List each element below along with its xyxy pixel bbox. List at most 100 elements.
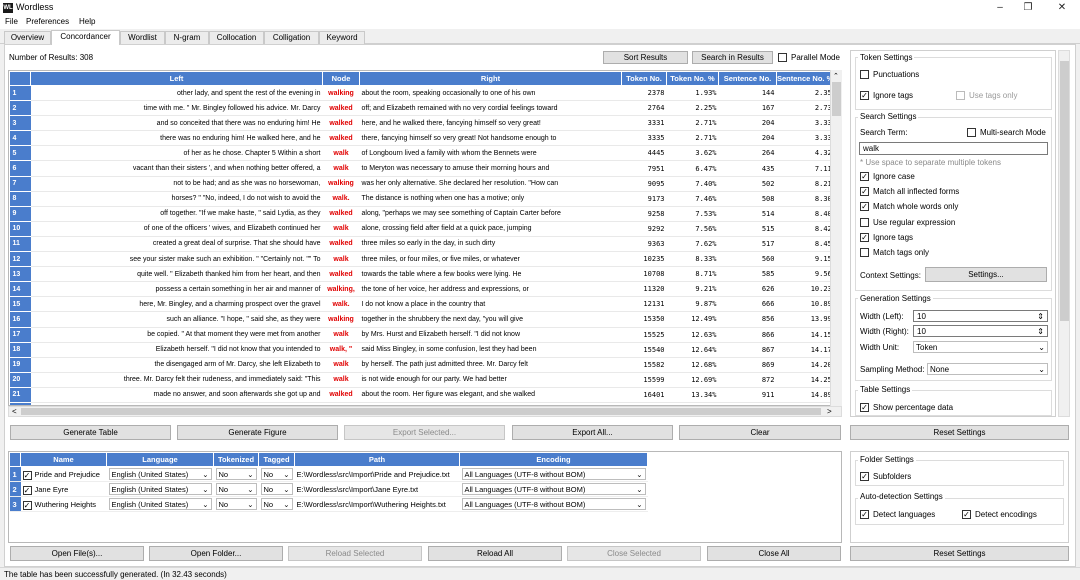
settings-scroll-thumb[interactable]	[1060, 61, 1069, 321]
table-row[interactable]: 2 time with me. " Mr. Bingley followed hi…	[9, 100, 834, 117]
menu-file[interactable]: File	[5, 17, 18, 26]
table-row[interactable]: 19 the disengaged arm of Mr. Darcy, she l…	[9, 357, 834, 373]
reset-folder-settings-button[interactable]: Reset Settings	[850, 546, 1069, 561]
generate-figure-button[interactable]: Generate Figure	[177, 425, 338, 440]
column-header[interactable]: Node	[322, 71, 360, 86]
generate-table-button[interactable]: Generate Table	[10, 425, 171, 440]
file-tagged-dropdown[interactable]: No ⌄	[260, 498, 293, 510]
scroll-up-icon[interactable]: ⌃	[833, 72, 839, 80]
match-inflected-checkbox[interactable]: ✓	[860, 187, 869, 196]
file-encoding-dropdown[interactable]: All Languages (UTF-8 without BOM) ⌄	[461, 468, 646, 480]
ignore-case-checkbox[interactable]: ✓	[860, 172, 869, 181]
file-name-cell[interactable]: ✓ Wuthering Heights	[20, 496, 107, 512]
file-tokenized-dropdown[interactable]: No ⌄	[215, 483, 257, 495]
column-header[interactable]: Token No. %	[666, 71, 719, 86]
files-column-header[interactable]: Encoding	[459, 452, 648, 467]
subfolders-checkbox[interactable]: ✓	[860, 472, 869, 481]
table-row[interactable]: 20 three. Mr. Darcy felt their rudeness, …	[9, 372, 834, 388]
files-column-header[interactable]: Language	[106, 452, 214, 467]
ignore-tags-search-checkbox[interactable]: ✓	[860, 233, 869, 242]
file-language-dropdown[interactable]: English (United States) ⌄	[108, 468, 212, 480]
column-header[interactable]: Sentence No.	[718, 71, 777, 86]
file-language-dropdown[interactable]: English (United States) ⌄	[108, 498, 212, 510]
file-name-cell[interactable]: ✓ Jane Eyre	[20, 481, 107, 497]
table-row[interactable]: 21 made no answer, and soon afterwards sh…	[9, 387, 834, 403]
file-name-cell[interactable]: ✓ Pride and Prejudice	[20, 466, 107, 482]
export-selected-button[interactable]: Export Selected...	[344, 425, 505, 440]
tab-overview[interactable]: Overview	[4, 31, 51, 44]
file-tokenized-dropdown[interactable]: No ⌄	[215, 468, 257, 480]
tab-wordlist[interactable]: Wordlist	[120, 31, 165, 44]
punctuations-checkbox[interactable]	[860, 70, 869, 79]
tab-collocation[interactable]: Collocation	[209, 31, 264, 44]
menu-preferences[interactable]: Preferences	[26, 17, 69, 26]
open-folder-button[interactable]: Open Folder...	[149, 546, 283, 561]
file-encoding-dropdown[interactable]: All Languages (UTF-8 without BOM) ⌄	[461, 483, 646, 495]
spin-arrows-icon[interactable]: ⇕	[1037, 312, 1044, 321]
column-header[interactable]: Left	[30, 71, 323, 86]
reset-settings-button[interactable]: Reset Settings	[850, 425, 1069, 440]
parallel-mode-checkbox[interactable]	[778, 53, 787, 62]
clear-button[interactable]: Clear	[679, 425, 841, 440]
match-whole-words-checkbox[interactable]: ✓	[860, 202, 869, 211]
width-right-spinbox[interactable]: 10 ⇕	[913, 325, 1048, 337]
file-language-dropdown[interactable]: English (United States) ⌄	[108, 483, 212, 495]
table-row[interactable]: 5 of her as he chose. Chapter 5 Within a …	[9, 145, 834, 162]
table-row[interactable]: 13 quite well. " Elizabeth thanked him fr…	[9, 266, 834, 283]
width-left-spinbox[interactable]: 10 ⇕	[913, 310, 1048, 322]
table-vertical-scrollbar[interactable]: ⌃	[830, 70, 842, 406]
files-column-header[interactable]: Tokenized	[213, 452, 259, 467]
minimize-icon[interactable]: –	[990, 2, 1010, 14]
reload-selected-button[interactable]: Reload Selected	[288, 546, 422, 561]
column-header[interactable]: Sentence No. %	[775, 71, 835, 86]
tab-keyword[interactable]: Keyword	[319, 31, 365, 44]
table-row[interactable]: 15 here, Mr. Bingley, and a charming pros…	[9, 296, 834, 313]
hscroll-thumb[interactable]	[21, 408, 821, 415]
close-all-button[interactable]: Close All	[707, 546, 841, 561]
open-files-button[interactable]: Open File(s)...	[10, 546, 144, 561]
reload-all-button[interactable]: Reload All	[428, 546, 562, 561]
tab-ngram[interactable]: N-gram	[165, 31, 209, 44]
table-row[interactable]: 16 such an alliance. "I hope, " said she,…	[9, 311, 834, 328]
search-term-input[interactable]: walk	[859, 142, 1048, 155]
table-row[interactable]: 12 see your sister make such an exhibitio…	[9, 251, 834, 268]
export-all-button[interactable]: Export All...	[512, 425, 673, 440]
table-row[interactable]: 4 there was no enduring him! He walked he…	[9, 130, 834, 147]
file-selected-checkbox[interactable]: ✓	[22, 500, 32, 510]
table-row[interactable]: 8 horses? " "No, indeed, I do not wish to…	[9, 191, 834, 207]
scroll-thumb[interactable]	[832, 82, 841, 116]
column-header[interactable]: Right	[359, 71, 622, 86]
search-results-button[interactable]: Search in Results	[692, 51, 773, 64]
width-unit-dropdown[interactable]: Token ⌄	[913, 341, 1048, 353]
use-tags-only-checkbox[interactable]	[956, 91, 965, 100]
spin-arrows-icon[interactable]: ⇕	[1037, 327, 1044, 336]
table-row[interactable]: 10 of one of the officers ' wives, and El…	[9, 221, 834, 237]
files-column-header[interactable]: Path	[294, 452, 460, 467]
match-tags-only-checkbox[interactable]	[860, 248, 869, 257]
table-row[interactable]: 1 other lady, and spent the rest of the e…	[9, 85, 834, 102]
file-selected-checkbox[interactable]: ✓	[22, 470, 32, 480]
detect-languages-checkbox[interactable]: ✓	[860, 510, 869, 519]
file-row[interactable]: 3 ✓ Wuthering Heights English (United State…	[9, 496, 648, 512]
context-settings-button[interactable]: Settings...	[925, 267, 1047, 282]
table-row[interactable]: 18 Elizabeth herself. "I did not know tha…	[9, 342, 834, 358]
file-encoding-dropdown[interactable]: All Languages (UTF-8 without BOM) ⌄	[461, 498, 646, 510]
file-row[interactable]: 1 ✓ Pride and Prejudice English (United Sta…	[9, 466, 648, 482]
file-selected-checkbox[interactable]: ✓	[22, 485, 32, 495]
multi-search-checkbox[interactable]	[967, 128, 976, 137]
table-row[interactable]: 17 be copied. " At that moment they were …	[9, 327, 834, 343]
table-row[interactable]: 3 and so conceited that there was no endu…	[9, 115, 834, 132]
close-icon[interactable]: ✕	[1052, 2, 1072, 14]
tab-colligation[interactable]: Colligation	[264, 31, 319, 44]
table-row[interactable]: 14 possess a certain something in her air…	[9, 281, 834, 298]
table-row[interactable]: 7 not to be had; and as she was no horsew…	[9, 176, 834, 192]
files-column-header[interactable]: Name	[20, 452, 107, 467]
maximize-icon[interactable]: ❐	[1018, 2, 1038, 14]
table-horizontal-scrollbar[interactable]: < >	[8, 406, 842, 417]
file-tagged-dropdown[interactable]: No ⌄	[260, 483, 293, 495]
files-column-header[interactable]: Tagged	[258, 452, 295, 467]
close-selected-button[interactable]: Close Selected	[567, 546, 701, 561]
sort-results-button[interactable]: Sort Results	[603, 51, 688, 64]
use-regex-checkbox[interactable]	[860, 218, 869, 227]
file-tagged-dropdown[interactable]: No ⌄	[260, 468, 293, 480]
